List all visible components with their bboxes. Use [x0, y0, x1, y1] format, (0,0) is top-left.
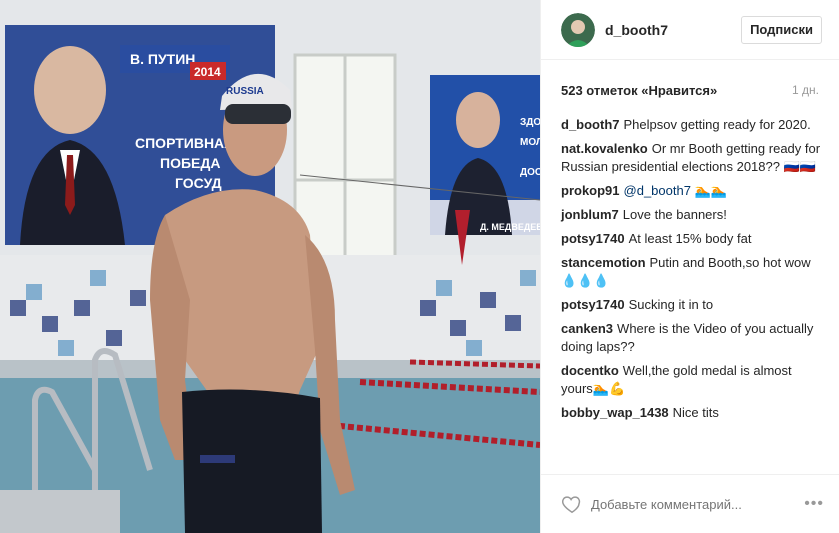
comment-item: d_booth7 Phelpsov getting ready for 2020. — [561, 116, 821, 134]
heart-icon[interactable] — [561, 493, 583, 515]
comment-username[interactable]: prokop91 — [561, 183, 620, 198]
comment-item: stancemotion Putin and Booth,so hot wow 💧… — [561, 254, 821, 290]
comment-username[interactable]: potsy1740 — [561, 297, 625, 312]
comment-item: docentko Well,the gold medal is almost yo… — [561, 362, 821, 398]
comment-username[interactable]: stancemotion — [561, 255, 646, 270]
comment-text: Phelpsov getting ready for 2020. — [623, 117, 811, 132]
banner-right-text1: ЗДО — [520, 117, 540, 128]
post-sidebar: d_booth7 Подписки 523 отметок «Нравится»… — [540, 0, 839, 533]
post-photo[interactable]: В. ПУТИН 2014 СПОРТИВНАЯ ПОБЕДА ГОСУД ЗД… — [0, 0, 540, 533]
comment-username[interactable]: bobby_wap_1438 — [561, 405, 669, 420]
comment-item: potsy1740 At least 15% body fat — [561, 230, 821, 248]
avatar[interactable] — [561, 12, 595, 47]
avatar-image — [561, 12, 595, 47]
comment-username[interactable]: canken3 — [561, 321, 613, 336]
comment-text: 🏊🏊 — [690, 183, 727, 198]
post-age[interactable]: 1 дн. — [792, 83, 819, 97]
banner-left-line2: ПОБЕДА — [160, 155, 220, 171]
comment-item: potsy1740 Sucking it in to — [561, 296, 821, 314]
comment-item: nat.kovalenko Or mr Booth getting ready f… — [561, 140, 821, 176]
comment-username[interactable]: d_booth7 — [561, 117, 620, 132]
comment-mention[interactable]: @d_booth7 — [624, 183, 691, 198]
comment-text: Nice tits — [672, 405, 719, 420]
banner-right-text3: ДОСТ — [520, 167, 540, 178]
banner-left-line3: ГОСУД — [175, 175, 222, 191]
heart-icon-svg — [562, 496, 581, 514]
comment-username[interactable]: jonblum7 — [561, 207, 619, 222]
banner-left-year: 2014 — [194, 65, 221, 79]
banner-right-name: Д. МЕДВЕДЕВ — [480, 222, 540, 232]
instagram-post: В. ПУТИН 2014 СПОРТИВНАЯ ПОБЕДА ГОСУД ЗД… — [0, 0, 839, 533]
banner-left-name: В. ПУТИН — [130, 51, 195, 67]
banner-left-line1: СПОРТИВНАЯ — [135, 135, 234, 151]
comment-username[interactable]: docentko — [561, 363, 619, 378]
comment-text: Love the banners! — [622, 207, 727, 222]
comment-username[interactable]: nat.kovalenko — [561, 141, 648, 156]
add-comment-input[interactable] — [591, 496, 805, 512]
comment-text: At least 15% body fat — [628, 231, 752, 246]
comment-username[interactable]: potsy1740 — [561, 231, 625, 246]
comments-list: d_booth7 Phelpsov getting ready for 2020.… — [561, 116, 821, 428]
following-button[interactable]: Подписки — [741, 15, 822, 44]
post-footer: ••• — [541, 474, 839, 533]
likes-count[interactable]: 523 отметок «Нравится» — [561, 83, 717, 98]
photo-scene: В. ПУТИН 2014 СПОРТИВНАЯ ПОБЕДА ГОСУД ЗД… — [0, 0, 540, 533]
post-header: d_booth7 Подписки — [541, 0, 839, 60]
likes-row: 523 отметок «Нравится» 1 дн. — [561, 80, 819, 100]
banner-right-text2: МОЛ — [520, 137, 540, 148]
more-options-button[interactable]: ••• — [804, 495, 824, 513]
comment-item: prokop91 @d_booth7 🏊🏊 — [561, 182, 821, 200]
comment-item: bobby_wap_1438 Nice tits — [561, 404, 821, 422]
comment-item: jonblum7 Love the banners! — [561, 206, 821, 224]
header-username[interactable]: d_booth7 — [605, 22, 741, 38]
comment-item: canken3 Where is the Video of you actuall… — [561, 320, 821, 356]
comment-text: Sucking it in to — [628, 297, 714, 312]
cap-text: RUSSIA — [226, 86, 264, 97]
